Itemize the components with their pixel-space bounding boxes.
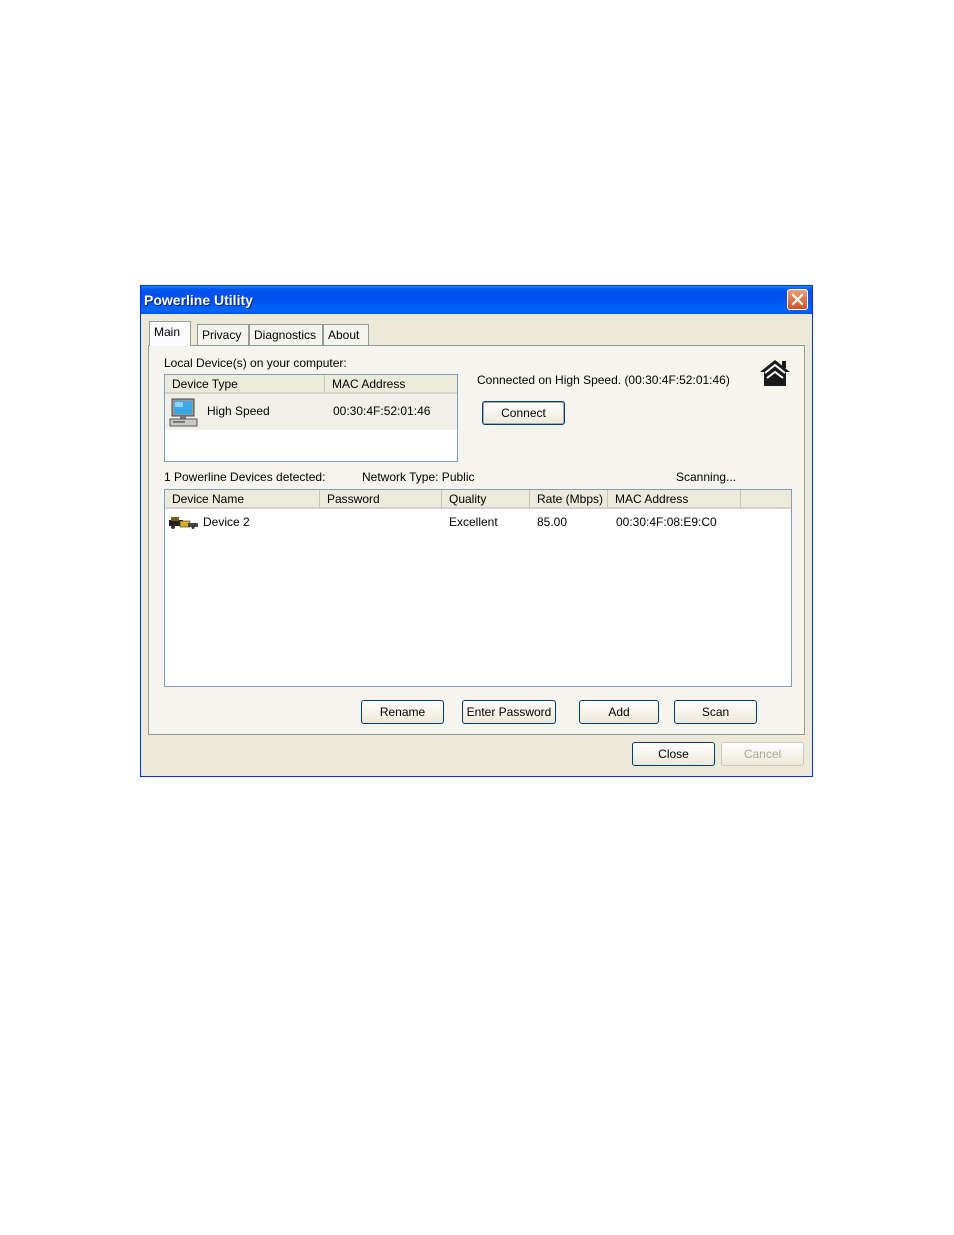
local-device-type: High Speed	[207, 404, 270, 418]
local-device-mac: 00:30:4F:52:01:46	[333, 404, 431, 418]
column-header-device-name[interactable]: Device Name	[165, 490, 320, 509]
network-type-label: Network Type: Public	[362, 470, 475, 484]
scan-button[interactable]: Scan	[674, 700, 757, 724]
scanning-status: Scanning...	[676, 470, 737, 484]
column-header-quality[interactable]: Quality	[442, 490, 530, 509]
table-row[interactable]: Device 2 Excellent 85.00 00:30:4F:08:E9:…	[165, 512, 791, 532]
column-header-mac-address[interactable]: MAC Address	[608, 490, 741, 509]
rename-button[interactable]: Rename	[361, 700, 444, 724]
powerline-devices-list[interactable]: Device Name Password Quality Rate (Mbps)…	[164, 489, 792, 687]
devices-detected-label: 1 Powerline Devices detected:	[164, 470, 326, 484]
window-title: Powerline Utility	[144, 292, 253, 308]
cancel-button[interactable]: Cancel	[721, 742, 804, 766]
device-rate: 85.00	[537, 515, 568, 529]
tab-privacy[interactable]: Privacy	[197, 324, 249, 345]
close-icon	[791, 293, 804, 306]
tab-about[interactable]: About	[323, 324, 369, 345]
enter-password-button[interactable]: Enter Password	[462, 700, 556, 724]
add-button[interactable]: Add	[579, 700, 659, 724]
device-mac: 00:30:4F:08:E9:C0	[616, 515, 717, 529]
connect-button[interactable]: Connect	[482, 401, 565, 425]
connection-status: Connected on High Speed. (00:30:4F:52:01…	[477, 373, 730, 387]
computer-icon	[169, 398, 198, 427]
column-header-password[interactable]: Password	[320, 490, 442, 509]
tab-main[interactable]: Main	[149, 321, 191, 346]
powerline-utility-window: Powerline Utility Main Privacy Diagnosti…	[140, 285, 813, 777]
local-devices-label: Local Device(s) on your computer:	[164, 356, 347, 370]
powerline-adapter-icon	[169, 517, 198, 529]
column-header-mac-address[interactable]: MAC Address	[325, 375, 457, 394]
close-button[interactable]: Close	[632, 742, 715, 766]
device-name: Device 2	[203, 515, 250, 529]
local-devices-list[interactable]: Device Type MAC Address High Speed 00:30…	[164, 374, 458, 462]
table-row[interactable]: High Speed 00:30:4F:52:01:46	[165, 394, 457, 430]
device-quality: Excellent	[449, 515, 498, 529]
home-network-icon	[760, 360, 790, 386]
column-header-rate[interactable]: Rate (Mbps)	[530, 490, 608, 509]
tab-diagnostics[interactable]: Diagnostics	[249, 324, 323, 345]
title-bar[interactable]: Powerline Utility	[141, 286, 812, 314]
column-header-device-type[interactable]: Device Type	[165, 375, 325, 394]
main-tab-panel: Local Device(s) on your computer: Device…	[148, 345, 805, 735]
close-window-button[interactable]	[787, 289, 808, 310]
column-header-filler	[741, 490, 791, 509]
